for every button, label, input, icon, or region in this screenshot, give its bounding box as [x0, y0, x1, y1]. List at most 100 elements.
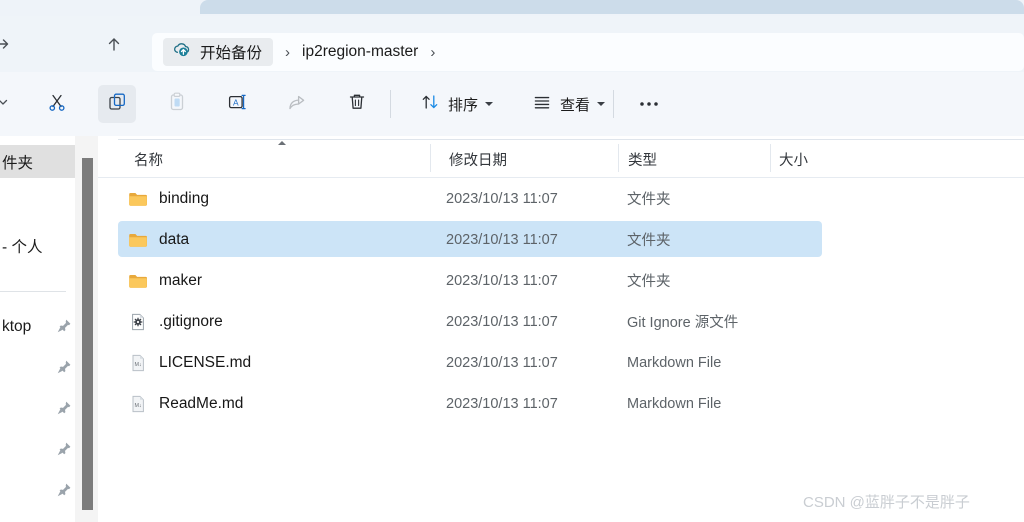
column-header-name[interactable]: 名称 [134, 141, 163, 177]
rename-button[interactable]: A [218, 85, 256, 123]
table-row[interactable]: M↓ ReadMe.md 2023/10/13 11:07 Markdown F… [98, 383, 1024, 424]
cell-date: 2023/10/13 11:07 [446, 178, 558, 219]
ellipsis-icon [638, 95, 660, 113]
sidebar-divider [0, 291, 66, 292]
cell-date: 2023/10/13 11:07 [446, 383, 558, 424]
breadcrumb-item-path[interactable]: ip2region-master [302, 43, 418, 61]
rename-icon: A [226, 91, 248, 118]
file-rows: binding 2023/10/13 11:07 文件夹 data 2023/1… [98, 178, 1024, 424]
view-button[interactable]: 查看 [522, 85, 615, 123]
cell-name: maker [128, 260, 202, 301]
file-list-pane: 名称 修改日期 类型 大小 binding 2023/10/13 11:07 文… [98, 136, 1024, 522]
forward-button[interactable] [0, 28, 18, 60]
command-toolbar: A 排序 查看 [0, 72, 1024, 136]
cell-date: 2023/10/13 11:07 [446, 219, 558, 260]
breadcrumb-item-backup[interactable]: 开始备份 [163, 38, 274, 66]
column-header-size[interactable]: 大小 [779, 141, 808, 177]
file-name: binding [159, 189, 209, 207]
tab-strip [0, 0, 1024, 16]
file-date: 2023/10/13 11:07 [446, 313, 558, 330]
sidebar-item-1[interactable]: - 个人 [0, 229, 75, 262]
markdown-icon: M↓ [128, 395, 148, 413]
table-row[interactable]: binding 2023/10/13 11:07 文件夹 [98, 178, 1024, 219]
file-name: data [159, 230, 190, 248]
table-row[interactable]: data 2023/10/13 11:07 文件夹 [98, 219, 1024, 260]
column-divider-2[interactable] [618, 144, 619, 172]
column-header-label: 类型 [628, 152, 657, 169]
sidebar-item-label: 件夹 [2, 154, 34, 172]
breadcrumb-separator-2[interactable]: › [418, 44, 447, 61]
column-header-label: 名称 [134, 152, 163, 169]
cell-name: M↓ LICENSE.md [128, 342, 251, 383]
pin-icon[interactable] [56, 441, 72, 457]
folder-icon [128, 231, 148, 249]
address-bar[interactable]: 开始备份 › ip2region-master › [152, 33, 1024, 71]
breadcrumb-separator-1[interactable]: › [273, 44, 302, 61]
cell-name: .gitignore [128, 301, 223, 342]
watermark: CSDN @蓝胖子不是胖子 [803, 494, 970, 511]
sort-label: 排序 [448, 96, 479, 114]
navigation-sidebar: 件夹 - 个人 ktop [0, 136, 75, 522]
sidebar-scrollbar-thumb[interactable] [82, 158, 93, 510]
up-button[interactable] [98, 28, 130, 60]
column-header-type[interactable]: 类型 [628, 141, 657, 177]
sort-button[interactable]: 排序 [410, 85, 503, 123]
sidebar-item-0[interactable]: 件夹 [0, 145, 75, 178]
cell-type: 文件夹 [627, 219, 671, 260]
delete-button[interactable] [338, 85, 376, 123]
cut-button[interactable] [38, 85, 76, 123]
sidebar-scrollbar-track[interactable] [75, 136, 98, 522]
trash-icon [346, 91, 368, 118]
file-type: Git Ignore 源文件 [627, 315, 739, 331]
svg-text:M↓: M↓ [135, 403, 142, 409]
column-header-label: 大小 [779, 152, 808, 169]
pin-icon[interactable] [56, 359, 72, 375]
folder-icon [128, 272, 148, 290]
file-name: ReadMe.md [159, 394, 244, 412]
file-date: 2023/10/13 11:07 [446, 231, 558, 248]
toolbar-divider-2 [613, 90, 614, 118]
table-row[interactable]: .gitignore 2023/10/13 11:07 Git Ignore 源… [98, 301, 1024, 342]
cell-type: Markdown File [627, 342, 721, 383]
pin-icon[interactable] [56, 318, 72, 334]
file-name: .gitignore [159, 312, 223, 330]
more-options-button[interactable] [630, 85, 668, 123]
pin-icon[interactable] [56, 400, 72, 416]
chevron-down-icon [485, 102, 494, 106]
header-top-rule [118, 139, 1024, 140]
clipboard-icon [166, 91, 188, 118]
column-divider-3[interactable] [770, 144, 771, 172]
markdown-icon: M↓ [128, 354, 148, 372]
copy-button[interactable] [98, 85, 136, 123]
browser-tab[interactable] [200, 0, 1024, 14]
cell-date: 2023/10/13 11:07 [446, 342, 558, 383]
gitignore-icon [128, 313, 148, 331]
file-type: Markdown File [627, 395, 722, 412]
paste-button[interactable] [158, 85, 196, 123]
arrow-up-icon [104, 34, 124, 54]
share-icon [286, 91, 308, 118]
file-type: 文件夹 [627, 274, 671, 290]
copy-icon [106, 91, 128, 118]
cell-name: data [128, 219, 189, 260]
file-explorer-window: 开始备份 › ip2region-master › A 排序 查看 件夹 - 个… [0, 0, 1024, 522]
file-type: 文件夹 [627, 192, 671, 208]
sort-ascending-indicator [278, 141, 286, 145]
cell-name: binding [128, 178, 209, 219]
toolbar-overflow-left-button[interactable] [0, 85, 22, 123]
list-lines-icon [532, 92, 552, 117]
column-header-date[interactable]: 修改日期 [449, 141, 507, 177]
cell-type: 文件夹 [627, 178, 671, 219]
file-date: 2023/10/13 11:07 [446, 272, 558, 289]
sidebar-item-label: - 个人 [2, 238, 43, 256]
view-label: 查看 [560, 96, 591, 114]
table-row[interactable]: maker 2023/10/13 11:07 文件夹 [98, 260, 1024, 301]
chevron-down-icon [597, 102, 606, 106]
cloud-upload-icon [172, 41, 191, 63]
share-button[interactable] [278, 85, 316, 123]
pin-icon[interactable] [56, 482, 72, 498]
cell-type: Git Ignore 源文件 [627, 301, 738, 342]
sort-arrows-icon [420, 92, 440, 117]
column-divider-1[interactable] [430, 144, 431, 172]
table-row[interactable]: M↓ LICENSE.md 2023/10/13 11:07 Markdown … [98, 342, 1024, 383]
